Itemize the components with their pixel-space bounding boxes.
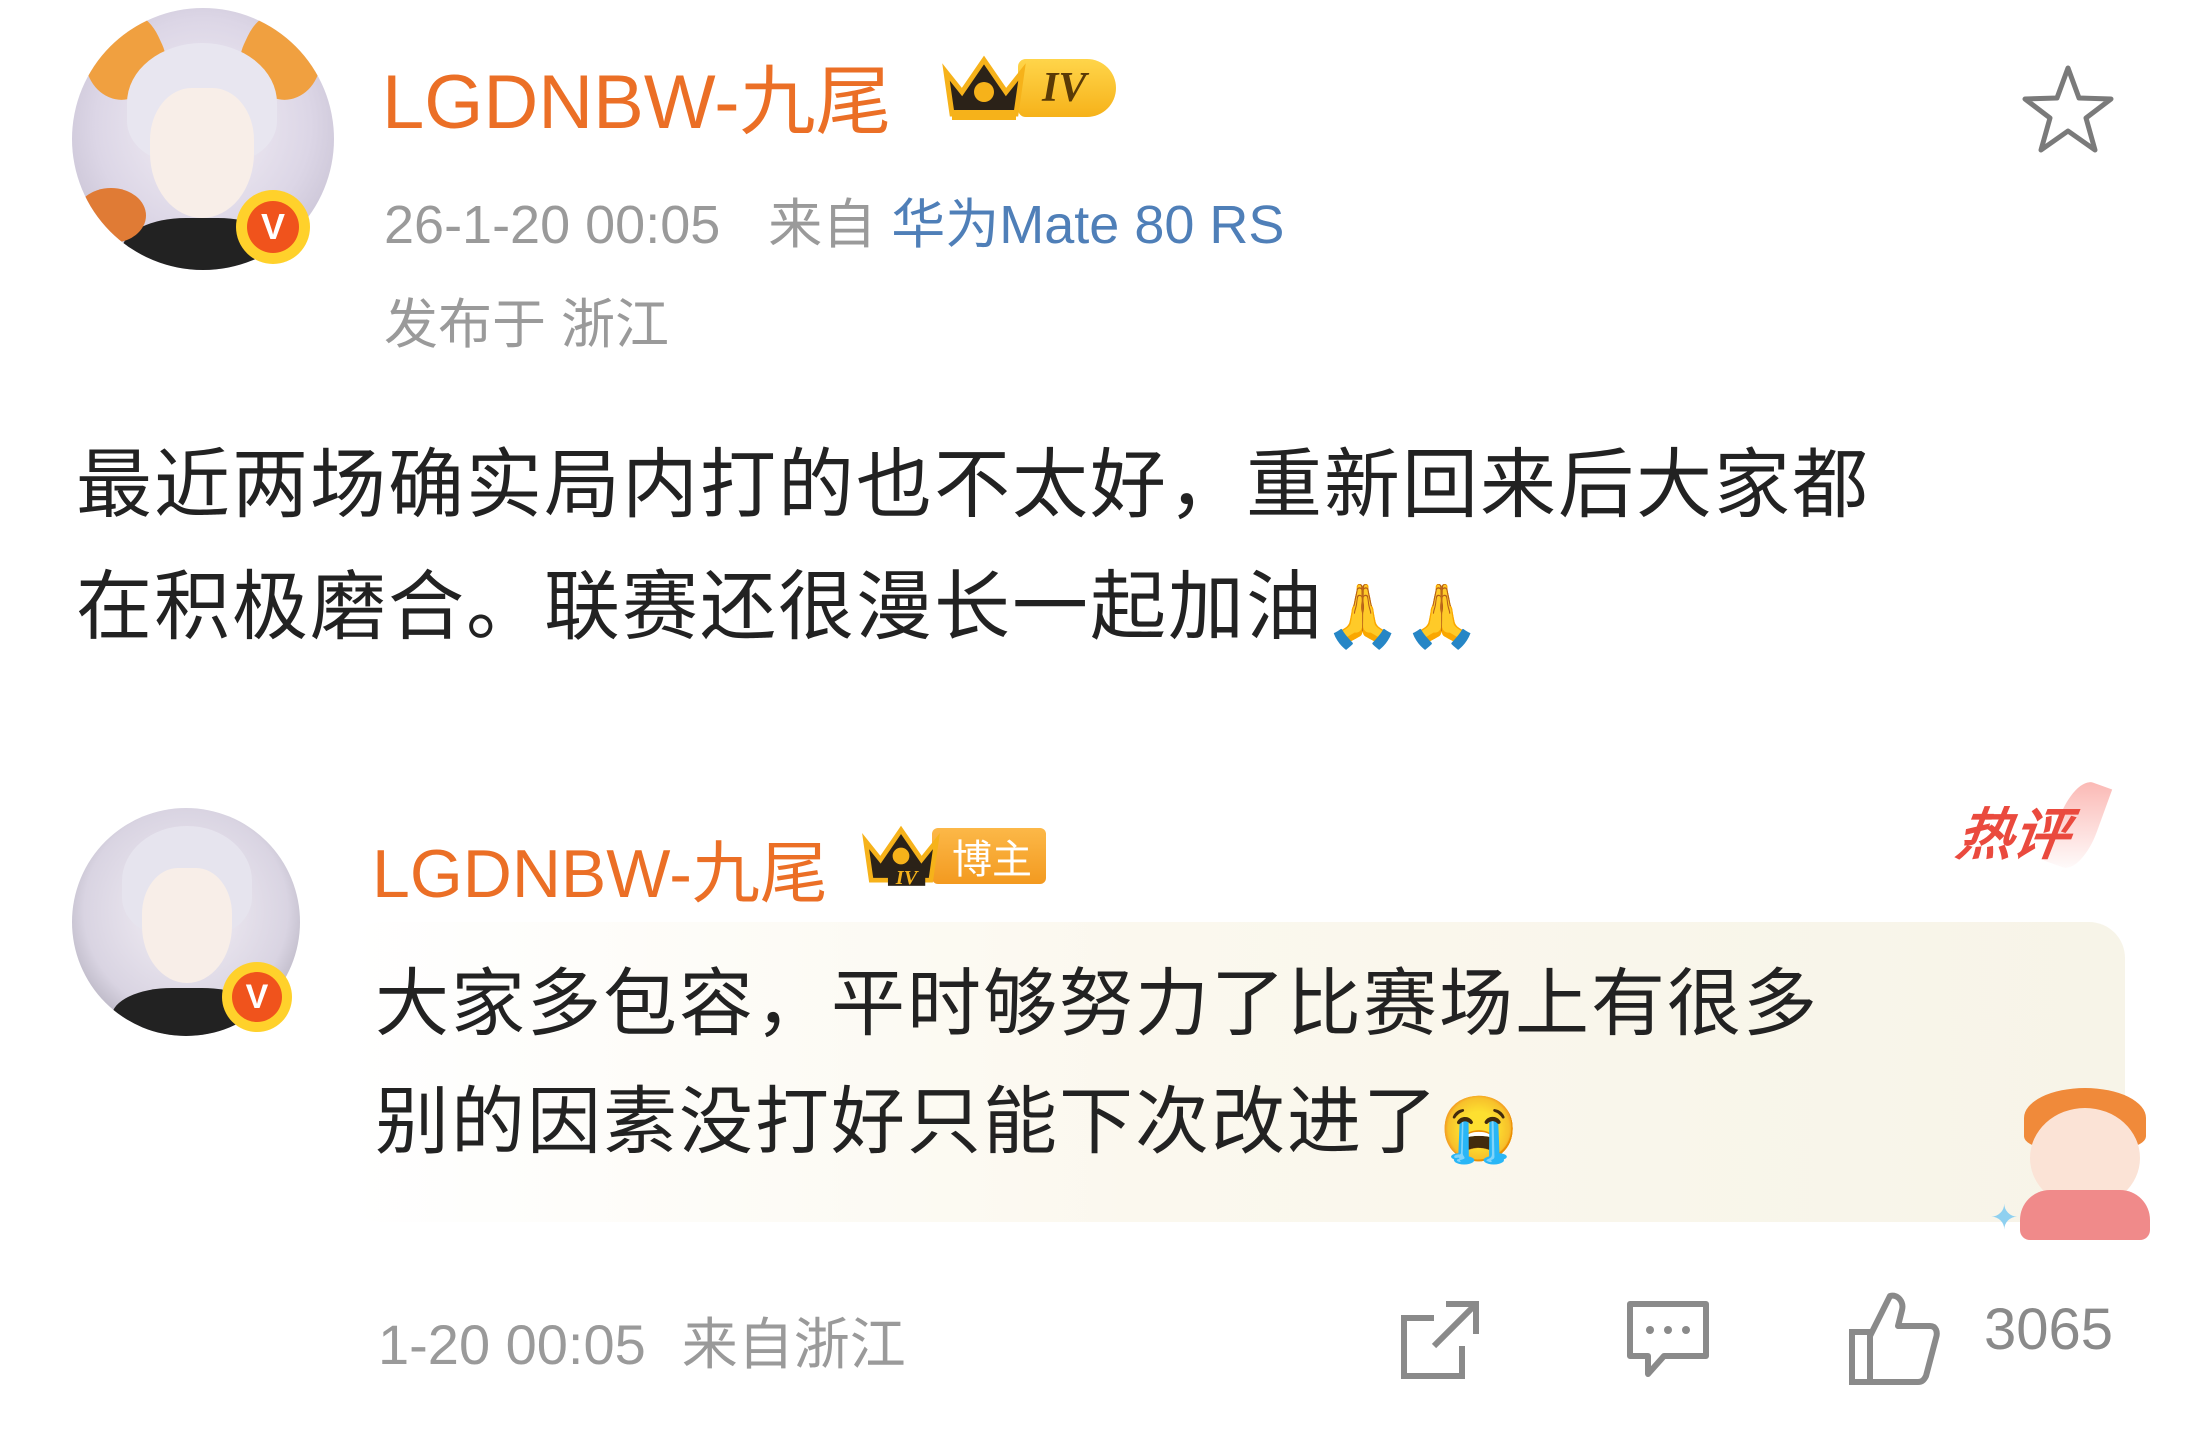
svg-text:IV: IV <box>895 867 920 889</box>
favorite-star-icon[interactable] <box>2018 60 2118 160</box>
verified-badge-icon: V <box>236 190 310 264</box>
hot-comment-tag: 热评 <box>1953 803 2074 866</box>
post-source-prefix: 来自 <box>768 195 877 255</box>
comment-body-line1: 大家多包容，平时够努力了比赛场上有很多 <box>375 962 1819 1045</box>
like-count: 3065 <box>1984 1297 2114 1362</box>
crown-icon <box>940 52 1028 124</box>
comment-body: 大家多包容，平时够努力了比赛场上有很多 别的因素没打好只能下次改进了😭 <box>375 945 2075 1188</box>
bubble-sticker-decoration: ✦ <box>1990 1078 2160 1243</box>
comment-body-line2: 别的因素没打好只能下次改进了 <box>375 1080 1439 1163</box>
share-icon[interactable] <box>1398 1298 1482 1382</box>
blogger-badge: IV 博主 <box>860 822 1046 890</box>
verified-badge-icon: V <box>222 962 292 1032</box>
post-meta-line: 26-1-20 00:05 来自 华为Mate 80 RS <box>384 180 1284 259</box>
pray-emoji-icon: 🙏 <box>1324 582 1404 651</box>
crown-icon: IV <box>860 822 942 890</box>
post-body: 最近两场确实局内打的也不太好，重新回来后大家都 在积极磨合。联赛还很漫长一起加油… <box>76 425 2116 678</box>
level-label: IV <box>1018 59 1117 117</box>
post-body-line2: 在积极磨合。联赛还很漫长一起加油 <box>76 565 1324 650</box>
post-timestamp: 26-1-20 00:05 <box>384 195 721 255</box>
blogger-label: 博主 <box>932 828 1046 884</box>
comment-source: 来自浙江 <box>681 1313 906 1376</box>
thumbs-up-icon[interactable] <box>1846 1288 1942 1388</box>
comment-author-name[interactable]: LGDNBW-九尾 <box>372 818 828 917</box>
post-device-link[interactable]: 华为Mate 80 RS <box>891 195 1284 255</box>
post-body-line1: 最近两场确实局内打的也不太好，重新回来后大家都 <box>76 443 1870 528</box>
comment-meta: 1-20 00:05 来自浙江 <box>378 1300 906 1381</box>
crying-emoji-icon: 😭 <box>1439 1093 1521 1165</box>
post-location: 发布于 浙江 <box>384 295 670 355</box>
pray-emoji-icon: 🙏 <box>1403 582 1483 651</box>
comment-icon[interactable] <box>1624 1298 1712 1382</box>
comment-timestamp: 1-20 00:05 <box>378 1313 646 1376</box>
member-level-badge[interactable]: IV <box>940 52 1117 124</box>
post-author-name[interactable]: LGDNBW-九尾 <box>382 40 892 150</box>
